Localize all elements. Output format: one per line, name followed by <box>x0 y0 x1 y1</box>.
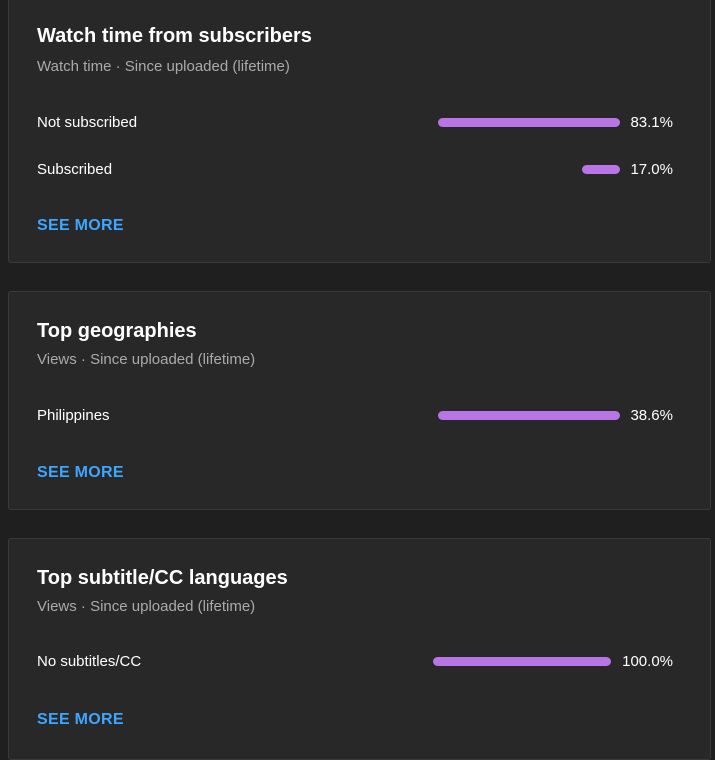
card-title: Top geographies <box>37 320 197 342</box>
percentage-bar <box>438 411 620 420</box>
percentage-bar <box>433 657 611 666</box>
row-percentage: 100.0% <box>622 653 673 670</box>
see-more-button[interactable]: SEE MORE <box>37 464 124 482</box>
list-item-subscribed: Subscribed 17.0% <box>9 160 710 180</box>
see-more-button[interactable]: SEE MORE <box>37 711 124 729</box>
see-more-button[interactable]: SEE MORE <box>37 217 124 235</box>
top-geographies-card: Top geographies Views · Since uploaded (… <box>8 291 711 510</box>
list-item-no-subtitles: No subtitles/CC 100.0% <box>9 652 710 672</box>
row-label: Not subscribed <box>37 114 138 131</box>
row-label: Subscribed <box>37 161 113 178</box>
row-percentage: 17.0% <box>630 161 673 178</box>
list-item-not-subscribed: Not subscribed 83.1% <box>9 113 710 133</box>
percentage-bar <box>438 118 620 127</box>
card-subtitle: Views · Since uploaded (lifetime) <box>37 598 256 615</box>
card-subtitle: Views · Since uploaded (lifetime) <box>37 351 256 368</box>
percentage-bar <box>582 165 620 174</box>
row-percentage: 38.6% <box>630 407 673 424</box>
row-percentage: 83.1% <box>630 114 673 131</box>
row-label: No subtitles/CC <box>37 653 142 670</box>
card-title: Watch time from subscribers <box>37 25 312 47</box>
top-subtitle-languages-card: Top subtitle/CC languages Views · Since … <box>8 538 711 760</box>
card-subtitle: Watch time · Since uploaded (lifetime) <box>37 58 290 75</box>
card-title: Top subtitle/CC languages <box>37 567 288 589</box>
list-item-philippines: Philippines 38.6% <box>9 406 710 426</box>
row-label: Philippines <box>37 407 110 424</box>
watch-time-subscribers-card: Watch time from subscribers Watch time ·… <box>8 0 711 263</box>
